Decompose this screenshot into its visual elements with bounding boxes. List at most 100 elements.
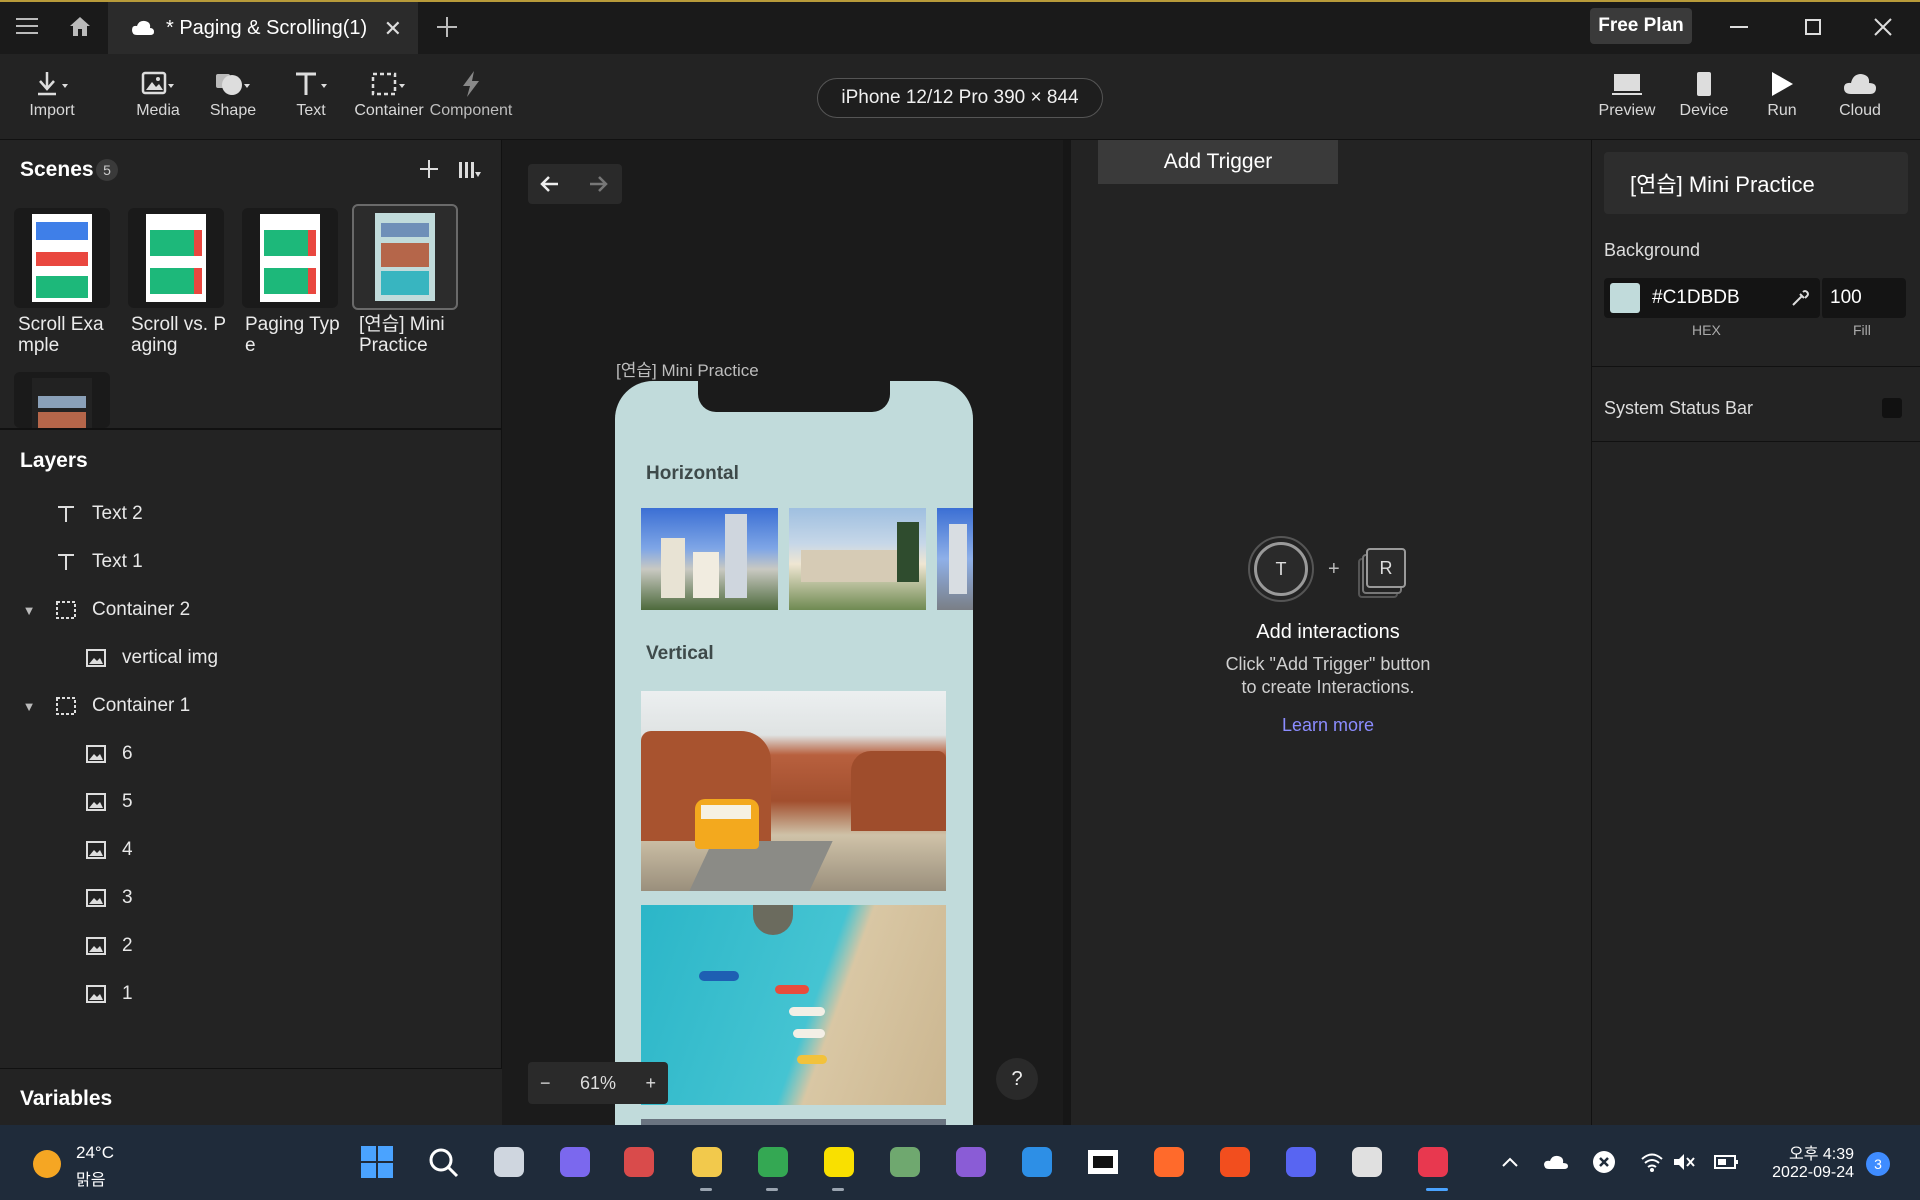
layer-row[interactable]: vertical img — [0, 636, 502, 680]
background-hex-field[interactable]: #C1DBDB — [1604, 278, 1820, 318]
device-button[interactable]: Device — [1676, 66, 1732, 130]
layer-row[interactable]: 5 — [0, 780, 502, 824]
figma-icon[interactable] — [1214, 1141, 1256, 1183]
container-button[interactable]: Container — [352, 66, 426, 130]
layer-row[interactable]: ▼ Container 2 — [0, 588, 502, 632]
zoom-level[interactable]: 61% — [580, 1073, 616, 1094]
device-selector[interactable]: iPhone 12/12 Pro 390 × 844 — [817, 78, 1103, 118]
home-icon[interactable] — [60, 6, 100, 46]
add-trigger-button[interactable]: Add Trigger — [1098, 140, 1338, 184]
background-hex-value[interactable]: #C1DBDB — [1652, 287, 1740, 309]
teams-icon[interactable] — [554, 1141, 596, 1183]
layer-row[interactable]: 6 — [0, 732, 502, 776]
layer-row[interactable]: 3 — [0, 876, 502, 920]
text-button[interactable]: Text — [286, 66, 336, 130]
add-scene-icon[interactable] — [420, 160, 438, 178]
empty-state-title: Add interactions — [1256, 621, 1400, 643]
pen-app-icon[interactable] — [1148, 1141, 1190, 1183]
scene-thumb-scroll-vs-paging[interactable] — [128, 208, 224, 308]
clock-date[interactable]: 2022-09-24 — [1758, 1164, 1854, 1182]
close-tab-icon[interactable]: ✕ — [384, 16, 402, 42]
clock-time[interactable]: 오후 4:39 — [1758, 1140, 1854, 1164]
expand-caret-icon[interactable]: ▼ — [20, 603, 38, 618]
scene-label-scroll-vs-paging: Scroll vs. P aging — [131, 314, 227, 356]
onedrive-icon[interactable] — [1542, 1148, 1570, 1176]
task-view-icon[interactable] — [488, 1141, 530, 1183]
scene-thumb-5[interactable] — [14, 372, 110, 428]
tray-app-x-icon[interactable] — [1590, 1148, 1618, 1176]
horizontal-image-3 — [937, 508, 973, 610]
import-button[interactable]: Import — [22, 66, 82, 130]
phone-frame[interactable]: Horizontal Vertical — [615, 381, 973, 1125]
layer-label: Text 1 — [92, 551, 143, 572]
scene-thumb-mini-practice[interactable] — [352, 204, 458, 310]
search-icon[interactable] — [422, 1141, 464, 1183]
vscode-icon[interactable] — [1016, 1141, 1058, 1183]
layer-row[interactable]: 1 — [0, 972, 502, 1016]
close-window-icon[interactable] — [1858, 8, 1908, 46]
layer-row[interactable]: 4 — [0, 828, 502, 872]
scene-view-options-icon[interactable] — [458, 160, 482, 180]
protopie-icon[interactable] — [1412, 1141, 1454, 1183]
zoom-in-button[interactable]: + — [645, 1073, 656, 1094]
volume-muted-icon[interactable] — [1670, 1148, 1698, 1176]
weather-temperature[interactable]: 24°C — [76, 1143, 114, 1163]
minimize-icon[interactable] — [1714, 8, 1764, 46]
discord-icon[interactable] — [1280, 1141, 1322, 1183]
run-button[interactable]: Run — [1758, 66, 1806, 130]
media-button[interactable]: Media — [128, 66, 188, 130]
horizontal-title: Horizontal — [646, 463, 739, 484]
preview-button[interactable]: Preview — [1594, 66, 1660, 130]
expand-caret-icon[interactable]: ▼ — [20, 699, 38, 714]
help-button[interactable]: ? — [996, 1058, 1038, 1100]
chrome-icon[interactable] — [752, 1141, 794, 1183]
scene-thumb-paging-type[interactable] — [242, 208, 338, 308]
hamburger-menu-icon[interactable] — [8, 6, 46, 46]
background-color-swatch[interactable] — [1610, 283, 1640, 313]
files-icon[interactable] — [884, 1141, 926, 1183]
scene-preview — [146, 214, 206, 302]
run-label: Run — [1767, 102, 1797, 119]
scene-thumb-scroll-example[interactable] — [14, 208, 110, 308]
battery-icon[interactable] — [1712, 1148, 1740, 1176]
weather-condition[interactable]: 맑음 — [76, 1166, 105, 1190]
free-plan-button[interactable]: Free Plan — [1590, 8, 1692, 44]
7zip-icon[interactable] — [1082, 1141, 1124, 1183]
component-button[interactable]: Component — [428, 66, 514, 130]
import-icon — [35, 66, 69, 102]
zoom-out-button[interactable]: − — [540, 1073, 551, 1094]
layer-row[interactable]: Text 2 — [0, 492, 502, 536]
back-arrow-icon[interactable] — [540, 174, 560, 194]
layer-row[interactable]: Text 1 — [0, 540, 502, 584]
visual-studio-icon[interactable] — [950, 1141, 992, 1183]
system-status-bar-checkbox[interactable] — [1882, 398, 1902, 418]
background-fill-field[interactable]: 100 — [1820, 278, 1906, 318]
wifi-icon[interactable] — [1638, 1148, 1666, 1176]
document-tab[interactable]: * Paging & Scrolling(1) ✕ — [108, 2, 418, 54]
maximize-icon[interactable] — [1788, 8, 1838, 46]
kakaotalk-icon[interactable] — [818, 1141, 860, 1183]
scene-name-field[interactable]: [연습] Mini Practice — [1604, 152, 1908, 214]
layer-row[interactable]: ▼ Container 1 — [0, 684, 502, 728]
file-explorer-icon[interactable] — [686, 1141, 728, 1183]
shape-button[interactable]: Shape — [203, 66, 263, 130]
eyedropper-icon[interactable] — [1790, 288, 1810, 308]
clip-studio-icon[interactable] — [1346, 1141, 1388, 1183]
start-icon[interactable] — [356, 1141, 398, 1183]
vertical-image-desert — [641, 691, 946, 891]
cloud-upload-icon — [1843, 66, 1877, 102]
forward-arrow-icon[interactable] — [588, 174, 608, 194]
cloud-button[interactable]: Cloud — [1832, 66, 1888, 130]
frame-label: [연습] Mini Practice — [616, 361, 759, 380]
notification-badge[interactable]: 3 — [1866, 1152, 1890, 1176]
cloud-icon — [132, 20, 154, 36]
learn-more-link[interactable]: Learn more — [1228, 715, 1428, 736]
scenes-count-badge: 5 — [96, 159, 118, 181]
background-label: Background — [1604, 240, 1701, 260]
weather-sun-icon[interactable] — [32, 1149, 62, 1179]
toolbox-icon[interactable] — [618, 1141, 660, 1183]
layer-row[interactable]: 2 — [0, 924, 502, 968]
tray-overflow-icon[interactable] — [1496, 1148, 1524, 1176]
new-tab-icon[interactable] — [430, 10, 464, 44]
plus-sign: + — [1328, 558, 1340, 580]
